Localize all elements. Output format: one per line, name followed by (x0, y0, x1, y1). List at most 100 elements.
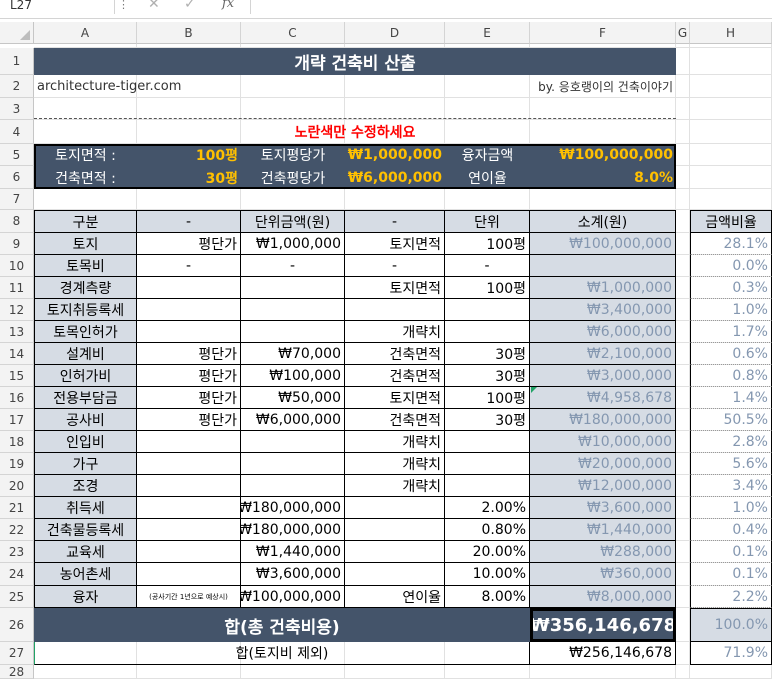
row-measure[interactable]: 건축면적 (345, 409, 445, 431)
row-unit[interactable]: 2.00% (445, 497, 530, 519)
row-basis[interactable] (137, 431, 241, 453)
sheet-title[interactable]: 개략 건축비 산출 (34, 48, 676, 75)
row-unit[interactable] (445, 475, 530, 497)
row-measure[interactable]: 연이율 (345, 586, 445, 608)
row-category[interactable]: 토목인허가 (34, 321, 137, 343)
table-header[interactable]: 소계(원) (530, 210, 676, 233)
row-subtotal[interactable]: ₩10,000,000 (530, 431, 676, 453)
row-header-9[interactable]: 9 (0, 233, 34, 255)
row-unit-price[interactable]: ₩100,000 (241, 365, 345, 387)
row-basis[interactable] (137, 563, 241, 586)
row-ratio[interactable]: 28.1% (690, 233, 772, 255)
excl-land-ratio[interactable]: 71.9% (690, 642, 772, 665)
row-unit[interactable]: - (445, 255, 530, 277)
row-subtotal[interactable]: ₩3,000,000 (530, 365, 676, 387)
row-category[interactable]: 공사비 (34, 409, 137, 431)
row-subtotal[interactable]: ₩4,958,678 (530, 387, 676, 409)
row-unit-price[interactable]: ₩3,600,000 (241, 563, 345, 586)
row-unit-price[interactable] (241, 277, 345, 299)
row-unit[interactable] (445, 321, 530, 343)
row-unit[interactable]: 30평 (445, 365, 530, 387)
row-category[interactable]: 조경 (34, 475, 137, 497)
row-basis[interactable] (137, 475, 241, 497)
row-measure[interactable] (345, 541, 445, 563)
row-ratio[interactable]: 0.4% (690, 519, 772, 541)
row-unit[interactable] (445, 299, 530, 321)
table-header[interactable]: - (137, 210, 241, 233)
row-header-27[interactable]: 27 (0, 642, 34, 665)
row-subtotal[interactable]: ₩3,400,000 (530, 299, 676, 321)
row-unit-price[interactable]: ₩100,000,000 (241, 586, 345, 608)
row-category[interactable]: 토목비 (34, 255, 137, 277)
row-header-5[interactable]: 5 (0, 144, 34, 166)
row-header-17[interactable]: 17 (0, 409, 34, 431)
row-header-10[interactable]: 10 (0, 255, 34, 277)
row-header-15[interactable]: 15 (0, 365, 34, 387)
row-basis[interactable]: 평단가 (137, 387, 241, 409)
row-subtotal[interactable] (530, 255, 676, 277)
row-header-22[interactable]: 22 (0, 519, 34, 541)
row-unit[interactable]: 30평 (445, 409, 530, 431)
row-header-24[interactable]: 24 (0, 563, 34, 586)
row-unit[interactable]: 100평 (445, 387, 530, 409)
row-unit-price[interactable] (241, 431, 345, 453)
row-basis[interactable] (137, 497, 241, 519)
row-measure[interactable] (345, 563, 445, 586)
row-measure[interactable] (345, 497, 445, 519)
row-ratio[interactable]: 2.8% (690, 431, 772, 453)
row-basis[interactable]: 평단가 (137, 365, 241, 387)
table-header[interactable]: 단위 (445, 210, 530, 233)
row-basis[interactable] (137, 321, 241, 343)
table-header[interactable]: 구분 (34, 210, 137, 233)
row-subtotal[interactable]: ₩12,000,000 (530, 475, 676, 497)
row-subtotal[interactable]: ₩1,440,000 (530, 519, 676, 541)
row-ratio[interactable]: 0.6% (690, 343, 772, 365)
row-basis[interactable] (137, 519, 241, 541)
row-category[interactable]: 인허가비 (34, 365, 137, 387)
row-subtotal[interactable]: ₩1,000,000 (530, 277, 676, 299)
row-unit-price[interactable]: ₩1,440,000 (241, 541, 345, 563)
row-measure[interactable]: 건축면적 (345, 343, 445, 365)
row-measure[interactable]: 토지면적 (345, 233, 445, 255)
row-category[interactable]: 토지 (34, 233, 137, 255)
row-basis[interactable]: 평단가 (137, 343, 241, 365)
row-ratio[interactable]: 1.4% (690, 387, 772, 409)
row-header-25[interactable]: 25 (0, 586, 34, 608)
select-all-corner[interactable] (0, 22, 34, 44)
column-header-h[interactable]: H (690, 22, 772, 44)
row-ratio[interactable]: 0.8% (690, 365, 772, 387)
row-unit-price[interactable]: ₩6,000,000 (241, 409, 345, 431)
row-subtotal[interactable]: ₩100,000,000 (530, 233, 676, 255)
name-box-separator[interactable]: ⋮ (118, 0, 129, 10)
row-header-26[interactable]: 26 (0, 608, 34, 642)
column-header-c[interactable]: C (241, 22, 345, 44)
total-value[interactable]: ₩356,146,678 (530, 608, 676, 642)
excl-land-value[interactable]: ₩256,146,678 (530, 642, 676, 665)
row-ratio[interactable]: 0.0% (690, 255, 772, 277)
row-measure[interactable]: 개략치 (345, 321, 445, 343)
row-unit-price[interactable] (241, 475, 345, 497)
row-ratio[interactable]: 1.0% (690, 497, 772, 519)
row-header-1[interactable]: 1 (0, 48, 34, 75)
row-unit-price[interactable]: ₩70,000 (241, 343, 345, 365)
row-category[interactable]: 경계측량 (34, 277, 137, 299)
row-category[interactable]: 건축물등록세 (34, 519, 137, 541)
row-header-7[interactable]: 7 (0, 189, 34, 210)
row-subtotal[interactable]: ₩20,000,000 (530, 453, 676, 475)
row-header-18[interactable]: 18 (0, 431, 34, 453)
row-subtotal[interactable]: ₩6,000,000 (530, 321, 676, 343)
row-unit-price[interactable] (241, 321, 345, 343)
row-header-16[interactable]: 16 (0, 387, 34, 409)
row-subtotal[interactable]: ₩2,100,000 (530, 343, 676, 365)
row-header-12[interactable]: 12 (0, 299, 34, 321)
row-subtotal[interactable]: ₩360,000 (530, 563, 676, 586)
row-measure[interactable]: 토지면적 (345, 277, 445, 299)
row-header-6[interactable]: 6 (0, 166, 34, 189)
row-measure[interactable]: 개략치 (345, 475, 445, 497)
row-category[interactable]: 전용부담금 (34, 387, 137, 409)
table-header[interactable]: - (345, 210, 445, 233)
row-basis[interactable] (137, 541, 241, 563)
row-unit[interactable]: 20.00% (445, 541, 530, 563)
row-basis[interactable]: 평단가 (137, 233, 241, 255)
row-ratio[interactable]: 1.0% (690, 299, 772, 321)
